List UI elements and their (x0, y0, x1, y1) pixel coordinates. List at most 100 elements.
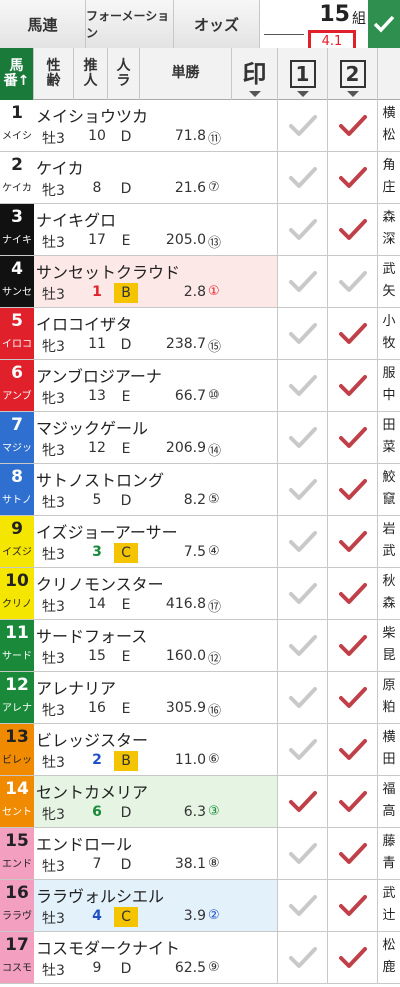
column-2-checkbox[interactable] (328, 932, 378, 983)
mark-cell[interactable] (232, 204, 278, 255)
column-1-checkbox[interactable] (278, 516, 328, 567)
column-1-checkbox[interactable] (278, 568, 328, 619)
horse-name[interactable]: クリノモンスター (36, 571, 164, 595)
horse-number: 12 (5, 675, 29, 695)
mark-cell[interactable] (232, 568, 278, 619)
header-rank[interactable]: 人ラ (108, 48, 140, 100)
column-1-checkbox[interactable] (278, 464, 328, 515)
column-1-checkbox[interactable] (278, 828, 328, 879)
column-1-checkbox[interactable] (278, 932, 328, 983)
horse-row: 3 ナイキ ナイキグロ 牡3 17 E 205.0 ⑬ 森深 (0, 204, 400, 256)
column-2-checkbox[interactable] (328, 672, 378, 723)
win-odds: 206.9 (165, 440, 206, 456)
horse-name[interactable]: イロコイザタ (36, 311, 132, 335)
recommend-value: 2 (92, 752, 102, 768)
column-1-checkbox[interactable] (278, 776, 328, 827)
horse-name[interactable]: エンドロール (36, 831, 132, 855)
header-mark[interactable]: 印 (232, 48, 278, 100)
column-2-checkbox[interactable] (328, 204, 378, 255)
header-recommend[interactable]: 推人 (74, 48, 108, 100)
horse-name[interactable]: サードフォース (36, 623, 147, 647)
rank-grade: D (120, 857, 132, 873)
column-2-checkbox[interactable] (328, 464, 378, 515)
trainer-name: 青 (382, 856, 396, 871)
mark-cell[interactable] (232, 152, 278, 203)
horse-name[interactable]: ナイキグロ (36, 207, 116, 231)
horse-number: 6 (11, 363, 23, 383)
horse-name[interactable]: サンセットクラウド (36, 259, 180, 283)
horse-name[interactable]: アンブロジアーナ (36, 363, 162, 387)
column-1-checkbox[interactable] (278, 100, 328, 151)
column-2-checkbox[interactable] (328, 828, 378, 879)
column-2-checkbox[interactable] (328, 308, 378, 359)
mark-cell[interactable] (232, 360, 278, 411)
mark-cell[interactable] (232, 464, 278, 515)
mark-cell[interactable] (232, 100, 278, 151)
mark-cell[interactable] (232, 620, 278, 671)
horse-name[interactable]: コスモダークナイト (36, 935, 180, 959)
mark-cell[interactable] (232, 412, 278, 463)
mark-cell[interactable] (232, 776, 278, 827)
horse-number: 15 (5, 831, 29, 851)
column-2-checkbox[interactable] (328, 152, 378, 203)
horse-name[interactable]: セントカメリア (36, 779, 148, 803)
column-2-checkbox[interactable] (328, 776, 378, 827)
column-2-checkbox[interactable] (328, 100, 378, 151)
header-win-odds[interactable]: 単勝 (140, 48, 232, 100)
checkmark-icon (338, 790, 367, 812)
mark-cell[interactable] (232, 256, 278, 307)
tab-odds[interactable]: オッズ (174, 0, 260, 48)
popularity-index: ⑨ (208, 960, 220, 975)
horse-name[interactable]: マジックゲール (36, 415, 148, 439)
column-1-checkbox[interactable] (278, 308, 328, 359)
checkmark-icon (288, 114, 317, 136)
mark-cell[interactable] (232, 880, 278, 931)
horse-name[interactable]: イズジョーアーサー (36, 519, 178, 543)
horse-name[interactable]: アレナリア (36, 675, 116, 699)
tab-umaren[interactable]: 馬連 (0, 0, 86, 48)
confirm-button[interactable] (368, 0, 400, 48)
mark-cell[interactable] (232, 828, 278, 879)
column-2-checkbox[interactable] (328, 256, 378, 307)
horse-name[interactable]: メイショウツカ (36, 103, 148, 127)
column-1-checkbox[interactable] (278, 152, 328, 203)
column-2-checkbox[interactable] (328, 724, 378, 775)
mark-cell[interactable] (232, 672, 278, 723)
column-1-checkbox[interactable] (278, 672, 328, 723)
mark-cell[interactable] (232, 308, 278, 359)
rank-grade: E (121, 597, 131, 613)
column-2-checkbox[interactable] (328, 360, 378, 411)
horse-row: 14 セント セントカメリア 牝3 6 D 6.3 ③ 福高 (0, 776, 400, 828)
column-2-checkbox[interactable] (328, 880, 378, 931)
popularity-index: ④ (208, 544, 220, 559)
horse-name[interactable]: ララヴォルシエル (36, 883, 164, 907)
horse-row: 17 コスモ コスモダークナイト 牡3 9 D 62.5 ⑨ 松鹿 (0, 932, 400, 984)
column-1-checkbox[interactable] (278, 204, 328, 255)
popularity-index: ⑭ (208, 444, 222, 459)
mark-cell[interactable] (232, 724, 278, 775)
column-1-checkbox[interactable] (278, 620, 328, 671)
tab-formation[interactable]: フォーメーション (86, 0, 174, 48)
checkmark-icon (338, 894, 367, 916)
column-2-checkbox[interactable] (328, 516, 378, 567)
mark-cell[interactable] (232, 932, 278, 983)
header-column-1[interactable]: 1 (278, 48, 328, 100)
mark-cell[interactable] (232, 516, 278, 567)
win-odds: 62.5 (174, 960, 206, 976)
column-1-checkbox[interactable] (278, 412, 328, 463)
column-1-checkbox[interactable] (278, 880, 328, 931)
header-horse-number[interactable]: 馬番↑ (0, 48, 34, 100)
column-1-checkbox[interactable] (278, 256, 328, 307)
column-2-checkbox[interactable] (328, 620, 378, 671)
column-2-checkbox[interactable] (328, 568, 378, 619)
horse-name[interactable]: サトノストロング (36, 467, 164, 491)
horse-name[interactable]: ケイカ (36, 155, 84, 179)
horse-number-cell: 5 イロコ (0, 308, 34, 359)
header-column-2[interactable]: 2 (328, 48, 378, 100)
column-1-checkbox[interactable] (278, 360, 328, 411)
rank-grade: C (114, 907, 138, 927)
column-1-checkbox[interactable] (278, 724, 328, 775)
column-2-checkbox[interactable] (328, 412, 378, 463)
horse-number-cell: 14 セント (0, 776, 34, 827)
horse-name[interactable]: ビレッジスター (36, 727, 148, 751)
